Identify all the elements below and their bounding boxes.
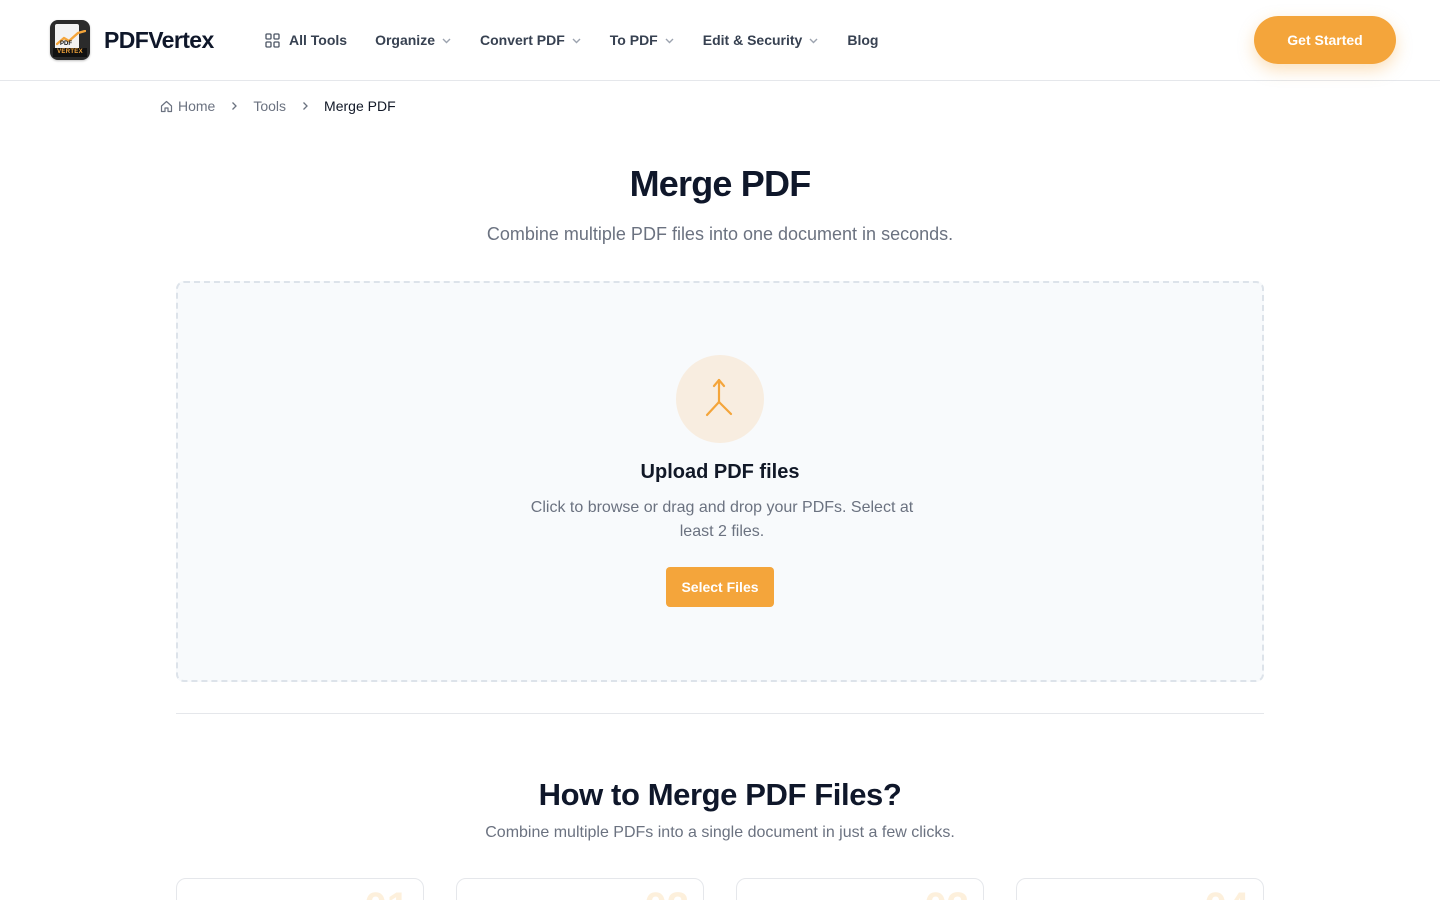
nav-edit-security[interactable]: Edit & Security [703, 32, 820, 48]
main-nav: All Tools Organize Convert PDF To PDF Ed… [265, 30, 906, 50]
nav-edit-security-label: Edit & Security [702, 32, 803, 48]
nav-convert-pdf[interactable]: Convert PDF [480, 32, 582, 48]
breadcrumb: Home Tools Merge PDF [160, 98, 396, 114]
step-number: 04 [1205, 887, 1250, 900]
nav-organize-label: Organize [375, 32, 435, 48]
breadcrumb-home[interactable]: Home [178, 98, 215, 114]
chevron-right-icon [232, 102, 238, 110]
brand-logo-link[interactable]: PDF VERTEX PDFVertex [50, 20, 214, 60]
site-header: PDF VERTEX PDFVertex All Tools Organize … [0, 0, 1440, 81]
upload-title: Upload PDF files [640, 461, 800, 483]
how-to-steps: 01 02 03 04 [176, 878, 1264, 900]
section-divider [176, 713, 1264, 714]
file-dropzone[interactable]: Upload PDF files Click to browse or drag… [176, 281, 1264, 682]
get-started-button[interactable]: Get Started [1254, 16, 1396, 64]
step-card: 04 [1016, 878, 1264, 900]
nav-organize[interactable]: Organize [375, 32, 452, 48]
step-number: 01 [365, 887, 410, 900]
merge-icon [676, 355, 764, 443]
chevron-down-icon [809, 38, 818, 43]
upload-instructions: Click to browse or drag and drop your PD… [530, 499, 914, 540]
nav-blog[interactable]: Blog [847, 32, 878, 48]
nav-convert-pdf-label: Convert PDF [479, 32, 565, 48]
nav-all-tools[interactable]: All Tools [265, 32, 347, 48]
nav-all-tools-label: All Tools [289, 32, 348, 48]
step-card: 01 [176, 878, 424, 900]
step-card: 02 [456, 878, 704, 900]
pdfvertex-logo-icon: PDF VERTEX [50, 20, 90, 60]
nav-blog-label: Blog [847, 32, 879, 48]
step-number: 02 [645, 887, 690, 900]
nav-to-pdf[interactable]: To PDF [610, 32, 675, 48]
page-subtitle: Combine multiple PDF files into one docu… [486, 224, 954, 244]
home-icon [160, 100, 173, 112]
breadcrumb-current: Merge PDF [324, 98, 396, 114]
chevron-right-icon [303, 102, 308, 110]
page-title: Merge PDF [629, 163, 812, 204]
nav-to-pdf-label: To PDF [609, 32, 658, 48]
chevron-down-icon [442, 38, 451, 43]
grid-icon [265, 32, 280, 48]
step-number: 03 [925, 887, 970, 900]
chevron-down-icon [665, 38, 674, 43]
step-card: 03 [736, 878, 984, 900]
breadcrumb-tools[interactable]: Tools [253, 98, 286, 114]
select-files-button[interactable]: Select Files [666, 567, 774, 607]
chevron-down-icon [572, 38, 581, 43]
how-to-title: How to Merge PDF Files? [538, 777, 902, 812]
how-to-subtitle: Combine multiple PDFs into a single docu… [485, 824, 955, 841]
brand-name: PDFVertex [104, 26, 214, 53]
